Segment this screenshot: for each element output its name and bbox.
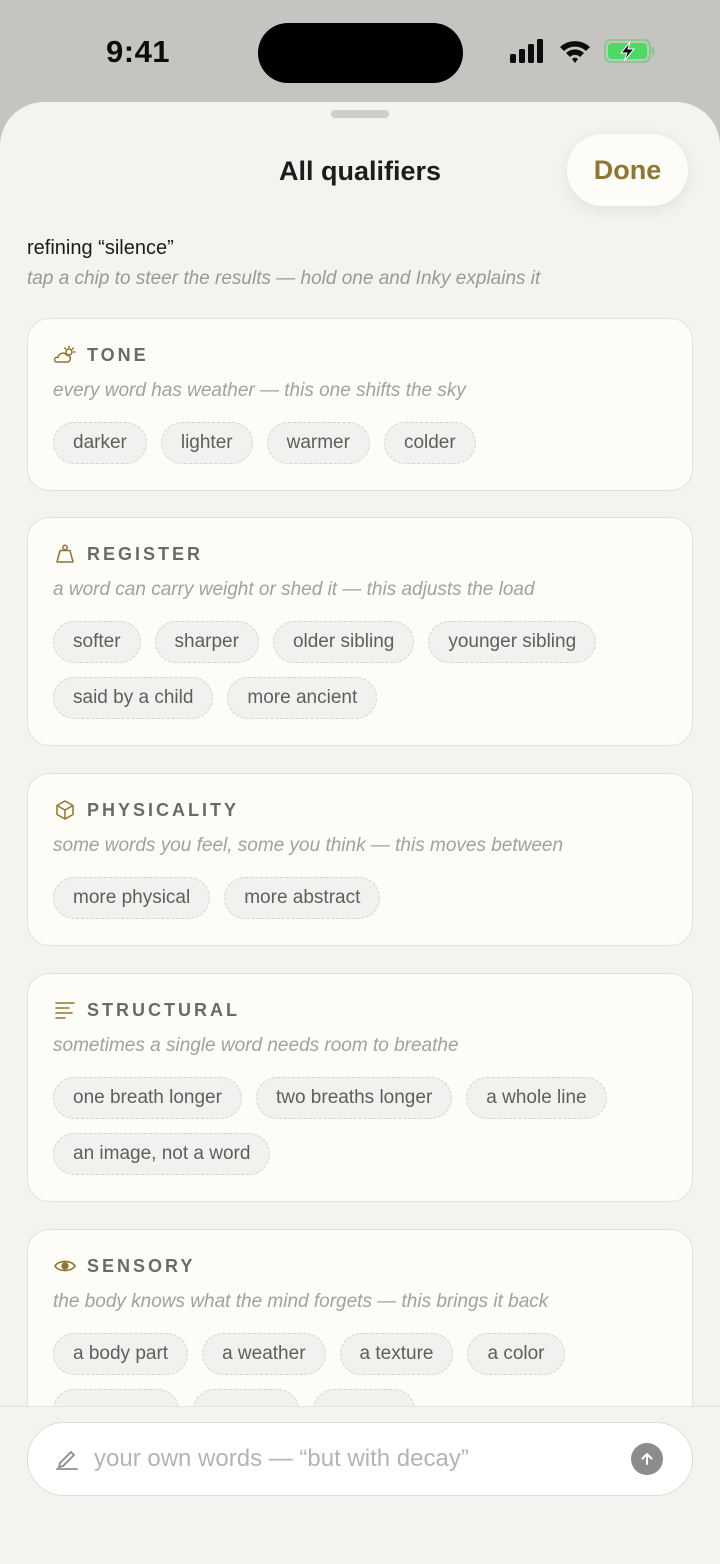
text-lines-icon xyxy=(55,1002,75,1019)
chip-group: darker lighter warmer colder xyxy=(53,422,667,464)
hint-text: tap a chip to steer the results — hold o… xyxy=(27,268,541,289)
composer xyxy=(27,1422,693,1496)
arrow-up-icon xyxy=(641,1453,653,1465)
chip-a-body-part[interactable]: a body part xyxy=(53,1333,189,1375)
section-title: STRUCTURAL xyxy=(87,999,240,1020)
chip-younger-sibling[interactable]: younger sibling xyxy=(428,621,597,663)
wifi-icon xyxy=(560,41,590,63)
section-structural: STRUCTURAL sometimes a single word needs… xyxy=(27,973,693,1202)
chip-a-weather[interactable]: a weather xyxy=(202,1333,326,1375)
eye-icon xyxy=(54,1260,76,1272)
chip-more-ancient[interactable]: more ancient xyxy=(227,677,378,719)
chip-more-abstract[interactable]: more abstract xyxy=(224,877,381,919)
chip-an-image-not-a-word[interactable]: an image, not a word xyxy=(53,1133,271,1175)
status-time: 9:41 xyxy=(106,34,171,69)
chip-sharper[interactable]: sharper xyxy=(154,621,259,663)
chip-lighter[interactable]: lighter xyxy=(160,422,253,464)
chip-darker[interactable]: darker xyxy=(53,422,147,464)
chip-warmer[interactable]: warmer xyxy=(266,422,370,464)
section-title: PHYSICALITY xyxy=(87,799,240,820)
weight-icon xyxy=(56,544,74,563)
chip-more-physical[interactable]: more physical xyxy=(53,877,211,919)
section-register: REGISTER a word can carry weight or shed… xyxy=(27,517,693,746)
section-tone: TONE every word has weather — this one s… xyxy=(27,318,693,491)
battery-charging-icon xyxy=(604,39,655,63)
section-description: a word can carry weight or shed it — thi… xyxy=(53,579,535,600)
cube-icon xyxy=(56,800,74,820)
dynamic-island xyxy=(258,23,463,83)
section-title: REGISTER xyxy=(87,543,204,564)
chip-group: more physical more abstract xyxy=(53,877,667,919)
chip-a-texture[interactable]: a texture xyxy=(339,1333,454,1375)
qualifiers-sheet: All qualifiers Done refining “silence” t… xyxy=(0,102,720,1564)
section-description: every word has weather — this one shifts… xyxy=(53,380,466,401)
chip-older-sibling[interactable]: older sibling xyxy=(272,621,415,663)
refining-label: refining “silence” xyxy=(27,237,174,259)
chip-softer[interactable]: softer xyxy=(53,621,141,663)
status-icons xyxy=(508,38,656,64)
section-title: SENSORY xyxy=(87,1255,196,1276)
chip-colder[interactable]: colder xyxy=(383,422,476,464)
section-title: TONE xyxy=(87,344,149,365)
pencil-icon xyxy=(56,1450,78,1470)
sheet-grabber[interactable] xyxy=(331,110,389,118)
chip-group: softer sharper older sibling younger sib… xyxy=(53,621,667,719)
status-bar: 9:41 xyxy=(0,0,720,100)
cloud-sun-icon xyxy=(53,345,76,363)
qualifier-input[interactable] xyxy=(94,1423,614,1494)
chip-two-breaths-longer[interactable]: two breaths longer xyxy=(255,1077,453,1119)
chip-a-color[interactable]: a color xyxy=(467,1333,565,1375)
section-description: sometimes a single word needs room to br… xyxy=(53,1035,459,1056)
section-description: the body knows what the mind forgets — t… xyxy=(53,1291,549,1312)
done-button[interactable]: Done xyxy=(567,134,688,206)
send-button[interactable] xyxy=(631,1443,663,1475)
chip-one-breath-longer[interactable]: one breath longer xyxy=(53,1077,242,1119)
section-physicality: PHYSICALITY some words you feel, some yo… xyxy=(27,773,693,946)
section-description: some words you feel, some you think — th… xyxy=(53,835,564,856)
chip-group: one breath longer two breaths longer a w… xyxy=(53,1077,667,1175)
chip-said-by-a-child[interactable]: said by a child xyxy=(53,677,214,719)
composer-bar xyxy=(0,1406,720,1564)
chip-a-whole-line[interactable]: a whole line xyxy=(466,1077,607,1119)
signal-icon xyxy=(510,39,543,63)
